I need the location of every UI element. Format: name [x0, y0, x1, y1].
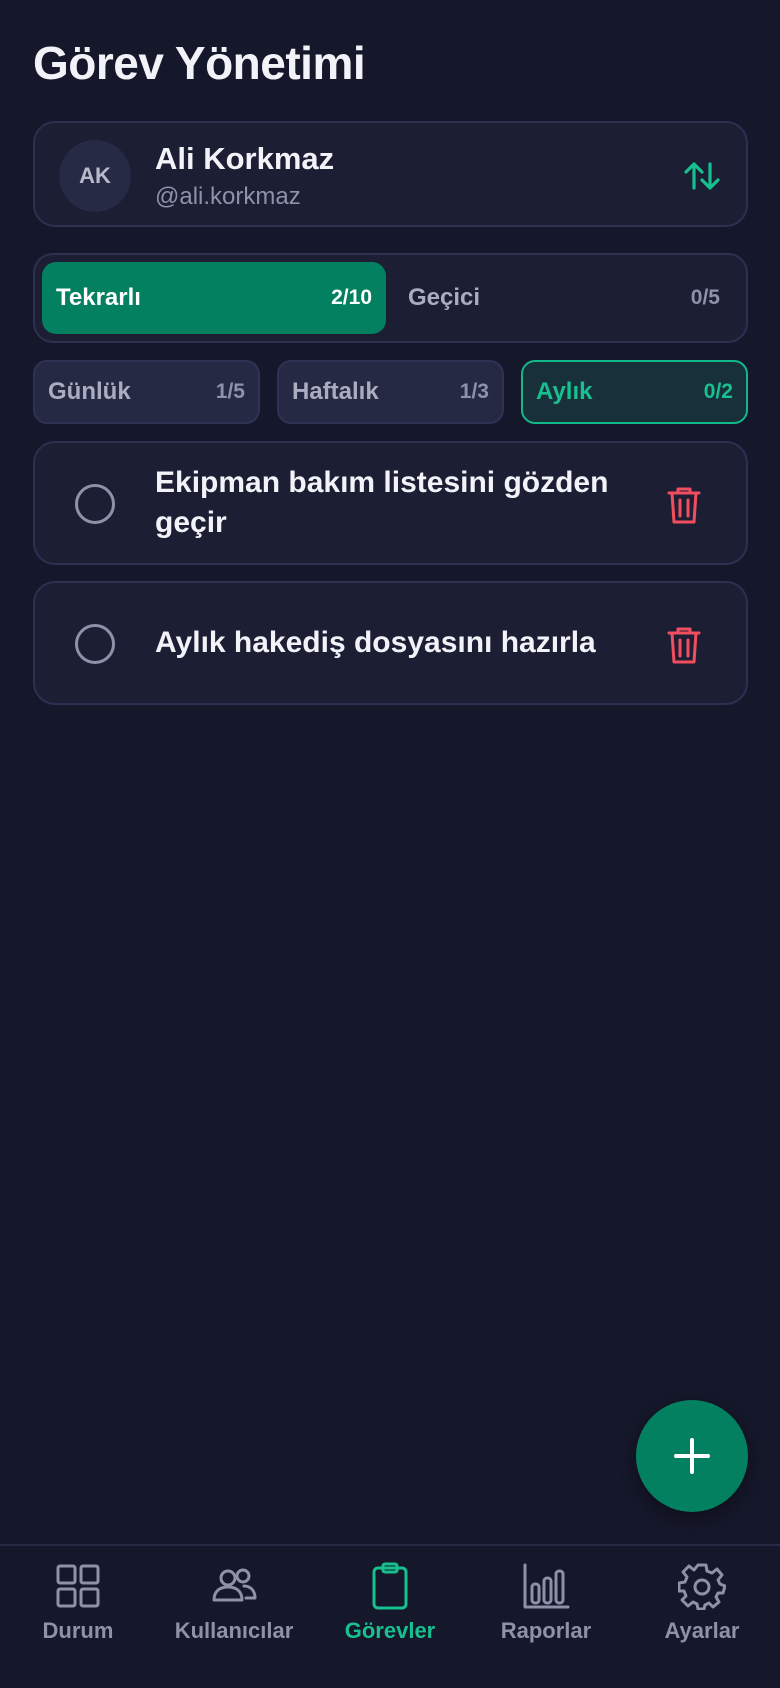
nav-item-label: Ayarlar — [664, 1618, 740, 1643]
clipboard-icon — [372, 1562, 408, 1610]
nav-item-settings[interactable]: Ayarlar — [624, 1562, 780, 1662]
delete-task-button[interactable] — [666, 625, 702, 665]
task-item: Ekipman bakım listesini gözden geçir — [33, 441, 748, 565]
task-checkbox[interactable] — [75, 624, 115, 664]
users-icon — [212, 1568, 257, 1602]
nav-item-reports[interactable]: Raporlar — [468, 1562, 624, 1662]
delete-task-button[interactable] — [666, 485, 702, 525]
tab-recurring-count: 2/10 — [331, 286, 372, 309]
avatar-initials: AK — [79, 163, 111, 188]
gear-icon — [678, 1563, 726, 1610]
nav-item-label: Durum — [42, 1618, 114, 1643]
filter-monthly-count: 0/2 — [703, 380, 733, 403]
trash-icon — [667, 627, 701, 664]
tab-recurring-label: Tekrarlı — [56, 284, 141, 311]
nav-item-label: Görevler — [344, 1618, 436, 1643]
filter-monthly[interactable]: Aylık 0/2 — [521, 360, 748, 424]
page-title: Görev Yönetimi — [33, 37, 366, 89]
plus-icon — [674, 1438, 710, 1474]
task-checkbox[interactable] — [75, 484, 115, 524]
tab-temporary[interactable]: Geçici 0/5 — [394, 262, 740, 334]
sort-arrows-icon — [684, 162, 720, 190]
user-name: Ali Korkmaz — [155, 141, 335, 176]
bottom-navigation: Durum Kullanıcılar Görevler Raporlar Aya… — [0, 1544, 780, 1688]
task-item: Aylık hakediş dosyasını hazırla — [33, 581, 748, 705]
avatar: AK — [59, 140, 131, 212]
filter-daily-label: Günlük — [48, 378, 131, 405]
nav-item-label: Kullanıcılar — [174, 1618, 294, 1643]
task-title: Ekipman bakım listesini gözden geçir — [155, 466, 609, 539]
user-card[interactable]: AK Ali Korkmaz @ali.korkmaz — [33, 121, 748, 227]
tab-recurring[interactable]: Tekrarlı 2/10 — [42, 262, 386, 334]
filter-daily-count: 1/5 — [215, 380, 245, 403]
nav-item-label: Raporlar — [500, 1618, 592, 1643]
switch-user-button[interactable] — [682, 156, 722, 196]
filter-weekly[interactable]: Haftalık 1/3 — [277, 360, 504, 424]
add-task-button[interactable] — [636, 1400, 748, 1512]
trash-icon — [667, 487, 701, 524]
nav-item-users[interactable]: Kullanıcılar — [156, 1562, 312, 1662]
filter-weekly-count: 1/3 — [459, 380, 489, 403]
filter-monthly-label: Aylık — [536, 378, 593, 405]
filter-daily[interactable]: Günlük 1/5 — [33, 360, 260, 424]
user-handle: @ali.korkmaz — [155, 183, 301, 210]
filter-weekly-label: Haftalık — [292, 378, 379, 405]
tab-temporary-count: 0/5 — [690, 286, 720, 309]
task-management-screen: Görev Yönetimi AK Ali Korkmaz @ali.korkm… — [0, 0, 780, 1688]
nav-item-tasks[interactable]: Görevler — [312, 1562, 468, 1662]
task-type-segmented-control: Tekrarlı 2/10 Geçici 0/5 — [33, 253, 748, 343]
grid-icon — [56, 1564, 100, 1608]
tab-temporary-label: Geçici — [408, 284, 481, 311]
task-title: Aylık hakediş dosyasını hazırla — [155, 626, 596, 659]
nav-item-status[interactable]: Durum — [0, 1562, 156, 1662]
bar-chart-icon — [523, 1563, 570, 1609]
